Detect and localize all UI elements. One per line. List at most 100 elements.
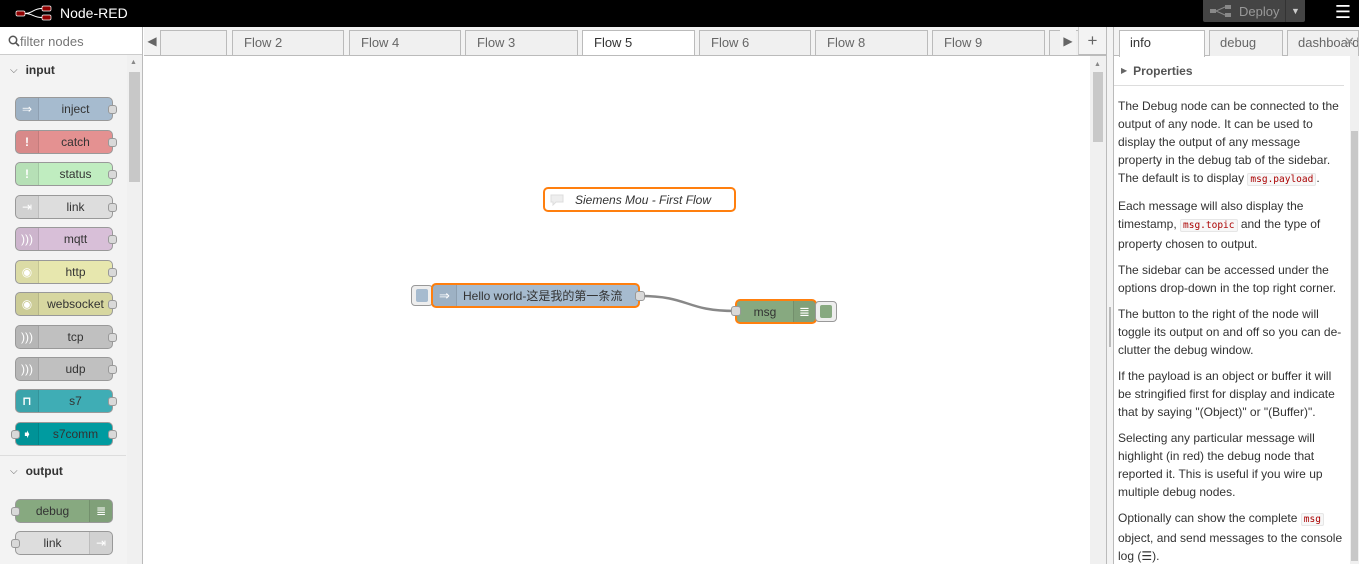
workspace-scrollbar[interactable]: ▲ — [1090, 56, 1106, 564]
palette-scroll-thumb[interactable] — [129, 72, 140, 182]
deploy-button[interactable]: Deploy ▼ — [1203, 0, 1305, 22]
output-port — [108, 365, 117, 374]
sidebar-tabs: info debug dashboard ✕ — [1114, 27, 1359, 57]
header-bar: Node-RED Deploy ▼ ☰ — [0, 0, 1359, 27]
debug-list-icon: ≣ — [793, 301, 815, 322]
sidebar-tab-debug[interactable]: debug — [1209, 30, 1283, 56]
main-menu-icon[interactable]: ☰ — [1329, 1, 1357, 23]
palette-node-s7comm[interactable]: ➧ s7comm — [11, 422, 117, 446]
deploy-dropdown-caret-icon[interactable]: ▼ — [1285, 0, 1305, 22]
palette-node-s7[interactable]: ⊓ s7 — [15, 389, 117, 413]
tab-flow-5[interactable]: Flow 5 — [582, 30, 695, 55]
node-palette: ⌵ input ⇒ inject ! catch ! status ⇥ link… — [0, 27, 143, 564]
palette-node-udp[interactable]: ))) udp — [15, 357, 117, 381]
deploy-icon — [1210, 5, 1231, 17]
node-help-text: The Debug node can be connected to the o… — [1118, 97, 1346, 564]
help-paragraph: Selecting any particular message will hi… — [1118, 431, 1323, 499]
add-tab-icon[interactable]: + — [1078, 27, 1106, 55]
link-icon: ⇥ — [16, 196, 39, 218]
output-port — [108, 170, 117, 179]
sidebar-scrollbar[interactable] — [1350, 56, 1359, 564]
chevron-down-icon: ⌵ — [10, 465, 18, 477]
sidebar: info debug dashboard ✕ ▶ Properties The … — [1114, 27, 1359, 564]
output-port — [108, 333, 117, 342]
palette-node-link-out[interactable]: link ⇥ — [11, 531, 113, 555]
comment-node[interactable]: Siemens Mou - First Flow — [543, 187, 736, 212]
scroll-up-icon[interactable]: ▲ — [1094, 61, 1101, 68]
deploy-label: Deploy — [1239, 3, 1280, 19]
close-icon[interactable]: ✕ — [1344, 34, 1355, 50]
tab-unnamed-1[interactable] — [160, 30, 227, 55]
sidebar-resize-handle[interactable] — [1106, 27, 1114, 564]
tabs-scroll-left-icon[interactable]: ◀ — [144, 27, 160, 55]
inject-node-label: Hello world-这是我的第一条流 — [463, 289, 623, 303]
comment-label: Siemens Mou - First Flow — [575, 192, 712, 207]
inject-output-port[interactable] — [635, 291, 645, 301]
palette-node-catch[interactable]: ! catch — [15, 130, 117, 154]
category-label: output — [25, 464, 63, 478]
help-paragraph: Each message will also display the times… — [1118, 199, 1321, 251]
palette-category-input[interactable]: ⌵ input — [0, 55, 126, 85]
tab-flow-8[interactable]: Flow 8 — [815, 30, 928, 55]
palette-node-websocket[interactable]: ◉ websocket — [15, 292, 117, 316]
inject-trigger-button[interactable] — [411, 285, 433, 306]
globe-icon: ◉ — [16, 293, 39, 315]
input-port — [11, 430, 20, 439]
palette-node-mqtt[interactable]: ))) mqtt — [15, 227, 117, 251]
category-label: input — [25, 63, 55, 77]
palette-node-inject[interactable]: ⇒ inject — [15, 97, 117, 121]
debug-node-label: msg — [753, 304, 777, 319]
scroll-up-icon[interactable]: ▲ — [130, 59, 137, 66]
tab-flow-2[interactable]: Flow 2 — [232, 30, 344, 55]
comment-icon — [545, 189, 569, 210]
tabs-scroll-right-icon[interactable]: ▶ — [1060, 27, 1076, 55]
output-port — [108, 430, 117, 439]
palette-search-input[interactable] — [20, 32, 138, 50]
help-paragraph: If the payload is an object or buffer it… — [1118, 369, 1335, 419]
pulse-icon: ⊓ — [16, 390, 39, 412]
debug-toggle-button[interactable] — [815, 301, 837, 322]
link-icon: ⇥ — [89, 532, 112, 554]
app-logo: Node-RED — [14, 4, 128, 22]
palette-category-output[interactable]: ⌵ output — [0, 456, 126, 486]
palette-node-status[interactable]: ! status — [15, 162, 117, 186]
palette-node-link-in[interactable]: ⇥ link — [15, 195, 117, 219]
chevron-right-icon: ▶ — [1121, 66, 1128, 75]
tab-flow-6[interactable]: Flow 6 — [699, 30, 811, 55]
search-icon — [8, 35, 20, 47]
input-port — [11, 539, 20, 548]
flow-workspace[interactable] — [144, 56, 1090, 564]
input-port — [11, 507, 20, 516]
inject-arrow-icon: ⇒ — [16, 98, 39, 120]
bridge-icon: ))) — [16, 358, 39, 380]
alert-icon: ! — [16, 163, 39, 185]
tab-flow-9[interactable]: Flow 9 — [932, 30, 1045, 55]
output-port — [108, 203, 117, 212]
palette-node-debug[interactable]: debug ≣ — [11, 499, 113, 523]
help-paragraph: The sidebar can be accessed under the op… — [1118, 263, 1337, 295]
output-port — [108, 235, 117, 244]
palette-node-tcp[interactable]: ))) tcp — [15, 325, 117, 349]
palette-scrollbar[interactable]: ▲ — [127, 55, 142, 564]
workspace-scroll-thumb[interactable] — [1093, 72, 1103, 142]
tab-flow-3[interactable]: Flow 3 — [465, 30, 578, 55]
help-paragraph: The button to the right of the node will… — [1118, 307, 1342, 357]
properties-section-header[interactable]: ▶ Properties — [1114, 56, 1344, 86]
debug-input-port[interactable] — [731, 306, 741, 316]
inject-arrow-icon: ⇒ — [433, 285, 457, 306]
globe-icon: ◉ — [16, 261, 39, 283]
output-port — [108, 138, 117, 147]
chevron-down-icon: ⌵ — [10, 64, 18, 76]
output-port — [108, 397, 117, 406]
output-port — [108, 300, 117, 309]
app-title: Node-RED — [60, 5, 128, 21]
node-red-logo-icon — [15, 5, 52, 21]
debug-node[interactable]: msg ≣ — [735, 299, 817, 324]
palette-search — [0, 27, 142, 55]
tab-flow-4[interactable]: Flow 4 — [349, 30, 461, 55]
output-port — [108, 105, 117, 114]
inject-node[interactable]: ⇒ Hello world-这是我的第一条流 — [431, 283, 640, 308]
bridge-icon: ))) — [16, 326, 39, 348]
palette-node-http[interactable]: ◉ http — [15, 260, 117, 284]
sidebar-tab-info[interactable]: info — [1119, 30, 1205, 57]
